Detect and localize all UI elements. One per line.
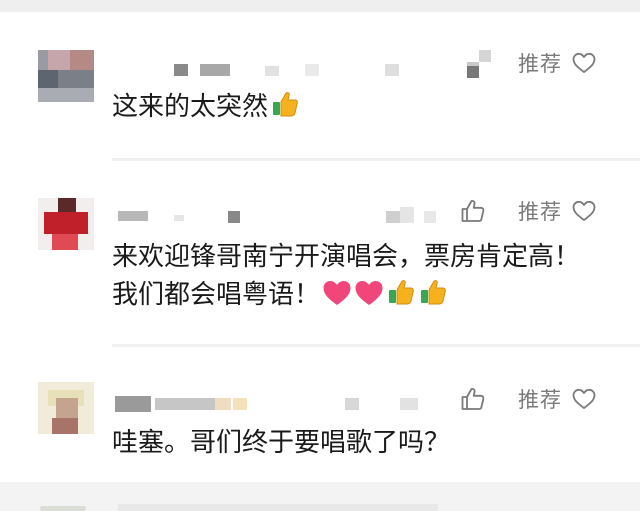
thumbs-up-emoji bbox=[386, 277, 416, 318]
next-comment-edge bbox=[0, 482, 640, 511]
comment-text-line: 来欢迎锋哥南宁开演唱会，票房肯定高！ bbox=[112, 242, 581, 272]
thumbs-up-emoji bbox=[418, 277, 448, 318]
comment-text: 来欢迎锋哥南宁开演唱会，票房肯定高！ 我们都会唱粤语！ bbox=[112, 238, 632, 318]
thumbs-up-button[interactable] bbox=[460, 386, 486, 412]
recommend-button[interactable]: 推荐 bbox=[518, 196, 638, 226]
red-heart-emoji bbox=[322, 279, 352, 318]
comment-text: 这来的太突然 bbox=[112, 88, 632, 130]
recommend-button[interactable]: 推荐 bbox=[518, 384, 638, 414]
comment-text-line-2: 我们都会唱粤语！ bbox=[112, 276, 632, 318]
comment-actions: 推荐 bbox=[440, 384, 640, 414]
previous-comment-edge bbox=[0, 0, 640, 12]
heart-outline-icon bbox=[572, 388, 596, 409]
thumbs-up-button[interactable] bbox=[460, 198, 486, 224]
avatar[interactable] bbox=[38, 50, 94, 102]
comment-text-content: 哇塞。哥们终于要唱歌了吗？ bbox=[112, 428, 451, 458]
username-blurred bbox=[115, 392, 435, 416]
comment-divider bbox=[112, 344, 640, 347]
comment-actions: 推荐 bbox=[440, 48, 640, 78]
recommend-label: 推荐 bbox=[518, 52, 562, 76]
comment-text-content: 这来的太突然 bbox=[112, 92, 269, 122]
comment-divider bbox=[112, 158, 640, 161]
recommend-label: 推荐 bbox=[518, 388, 562, 412]
comment-text-content: 我们都会唱粤语！ bbox=[112, 280, 321, 310]
comment-text: 哇塞。哥们终于要唱歌了吗？ bbox=[112, 424, 632, 462]
recommend-label: 推荐 bbox=[518, 200, 562, 224]
avatar[interactable] bbox=[38, 198, 94, 250]
heart-outline-icon bbox=[572, 200, 596, 221]
thumbs-up-outline-icon bbox=[461, 199, 485, 222]
username-blurred bbox=[118, 205, 448, 229]
comment-actions: 推荐 bbox=[440, 196, 640, 226]
heart-outline-icon bbox=[572, 52, 596, 73]
recommend-button[interactable]: 推荐 bbox=[518, 48, 638, 78]
avatar[interactable] bbox=[38, 382, 94, 434]
red-heart-emoji bbox=[354, 279, 384, 318]
thumbs-up-emoji bbox=[270, 89, 300, 130]
thumbs-up-outline-icon bbox=[461, 387, 485, 410]
